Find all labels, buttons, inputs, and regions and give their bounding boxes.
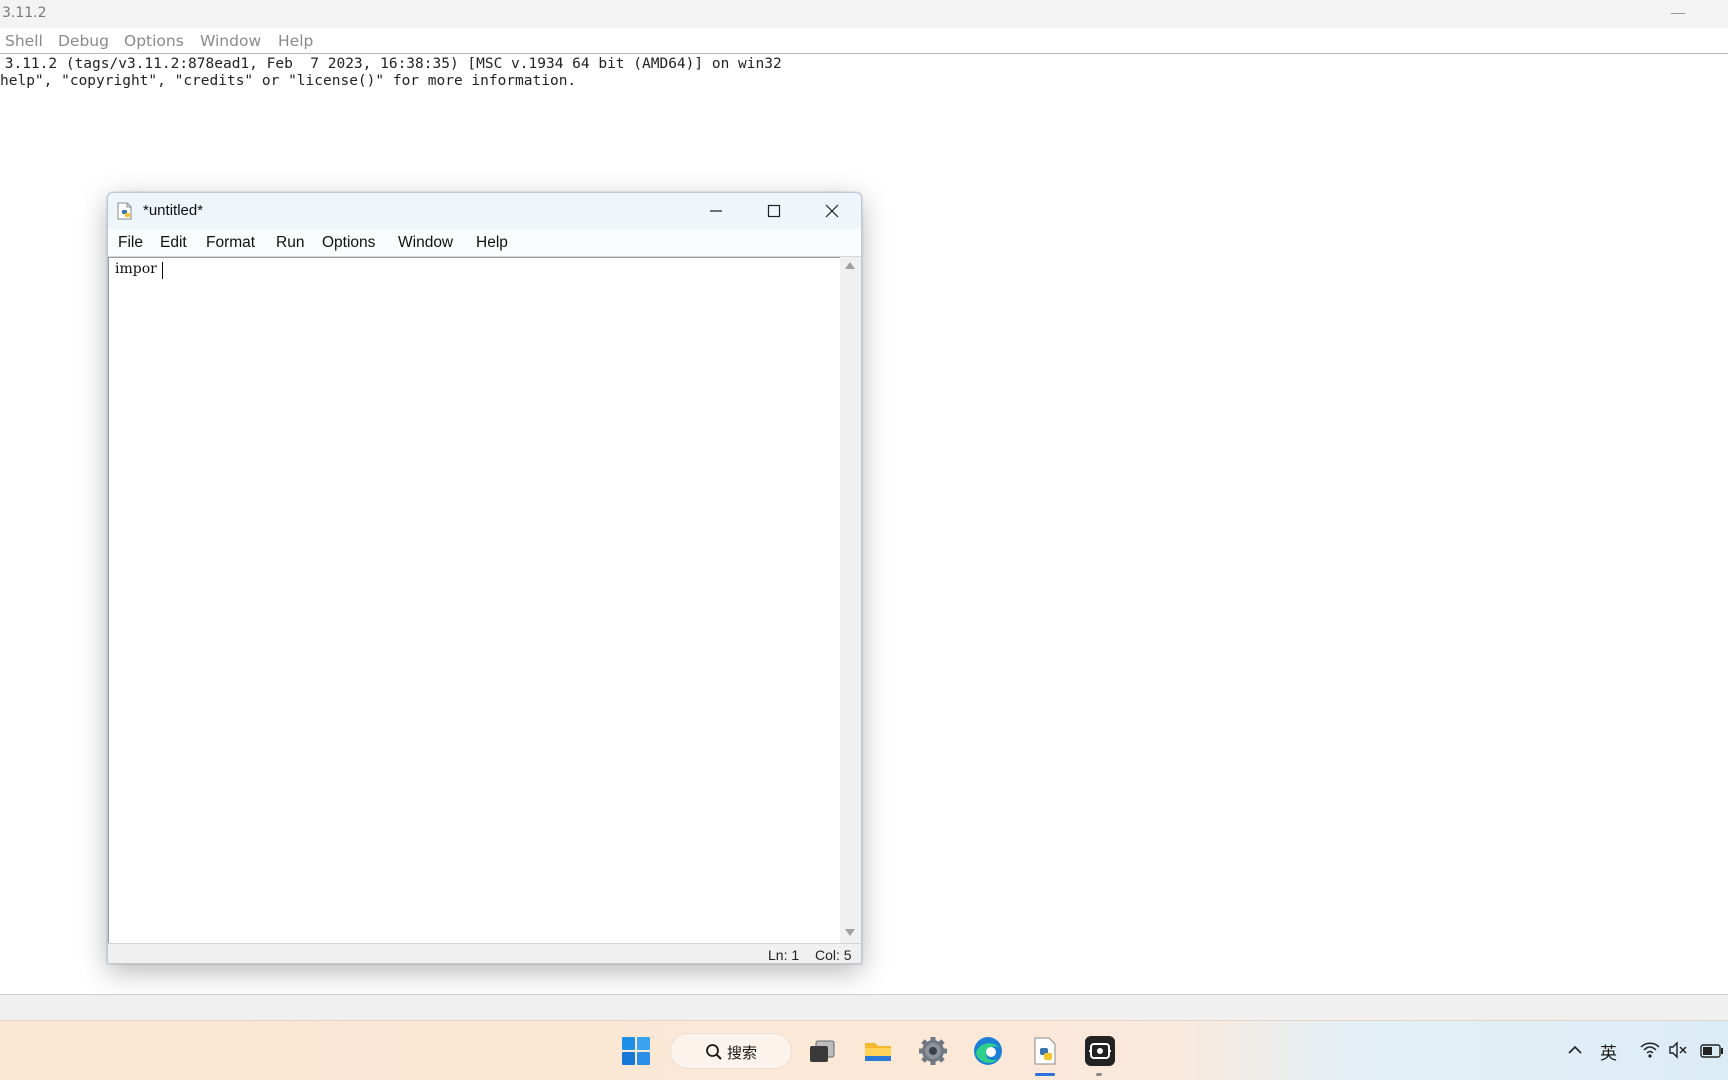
editor-window: *untitled* File Edit Format Run Options … — [107, 192, 862, 964]
menu-options[interactable]: Options — [322, 234, 375, 252]
show-hidden-icons-chevron-icon[interactable] — [1566, 1041, 1584, 1063]
shell-menu-shell[interactable]: Shell — [5, 32, 43, 50]
shell-minimize-button[interactable] — [1668, 0, 1688, 28]
shell-window-title: 3.11.2 — [2, 5, 47, 21]
shell-menu-window[interactable]: Window — [200, 32, 261, 50]
running-app-indicator — [1096, 1073, 1102, 1076]
edge-browser-icon[interactable] — [968, 1031, 1008, 1071]
screen-capture-icon[interactable] — [1080, 1031, 1120, 1071]
python-file-icon — [116, 202, 134, 220]
shell-menubar: Shell Debug Options Window Help — [0, 28, 1728, 54]
shell-statusbar — [0, 994, 1728, 1020]
menu-format[interactable]: Format — [206, 234, 255, 252]
battery-icon[interactable] — [1700, 1043, 1724, 1062]
editor-code-text: impor — [115, 261, 157, 277]
wifi-icon[interactable] — [1640, 1041, 1660, 1063]
python-idle-icon[interactable] — [1025, 1031, 1065, 1071]
taskbar: 搜索 英 — [0, 1020, 1728, 1080]
active-app-indicator — [1035, 1073, 1055, 1076]
text-cursor — [162, 262, 163, 279]
task-view-icon[interactable] — [802, 1031, 842, 1071]
shell-menu-options[interactable]: Options — [124, 32, 184, 50]
shell-output-line: help", "copyright", "credits" or "licens… — [0, 73, 577, 89]
volume-muted-icon[interactable] — [1668, 1041, 1688, 1063]
menu-run[interactable]: Run — [276, 234, 304, 252]
vertical-scrollbar[interactable] — [840, 257, 861, 943]
search-label: 搜索 — [727, 1044, 758, 1062]
shell-menu-debug[interactable]: Debug — [58, 32, 109, 50]
status-line-number: Ln: 1 — [768, 947, 800, 963]
editor-statusbar: Ln: 1 Col: 5 — [108, 943, 861, 963]
editor-menubar: File Edit Format Run Options Window Help — [108, 229, 861, 257]
search-icon — [705, 1043, 723, 1065]
taskbar-search-box[interactable]: 搜索 — [670, 1033, 792, 1069]
menu-edit[interactable]: Edit — [160, 234, 187, 252]
status-column-number: Col: 5 — [815, 947, 852, 963]
editor-window-title: *untitled* — [143, 202, 204, 219]
shell-output-line: 3.11.2 (tags/v3.11.2:878ead1, Feb 7 2023… — [0, 56, 782, 72]
file-explorer-icon[interactable] — [858, 1031, 898, 1071]
menu-file[interactable]: File — [118, 234, 143, 252]
shell-titlebar[interactable]: 3.11.2 — [0, 0, 1728, 28]
settings-gear-icon[interactable] — [913, 1031, 953, 1071]
minimize-button[interactable] — [688, 193, 744, 229]
ime-language-indicator[interactable]: 英 — [1600, 1039, 1617, 1064]
close-button[interactable] — [804, 193, 860, 229]
shell-menu-help[interactable]: Help — [278, 32, 313, 50]
code-editor[interactable]: impor — [108, 257, 840, 943]
menu-help[interactable]: Help — [476, 234, 508, 252]
editor-titlebar[interactable]: *untitled* — [108, 193, 861, 229]
menu-window[interactable]: Window — [398, 234, 453, 252]
windows-start-icon[interactable] — [616, 1031, 656, 1071]
scroll-up-arrow-icon[interactable] — [845, 262, 855, 269]
maximize-button[interactable] — [746, 193, 802, 229]
scroll-down-arrow-icon[interactable] — [845, 929, 855, 936]
